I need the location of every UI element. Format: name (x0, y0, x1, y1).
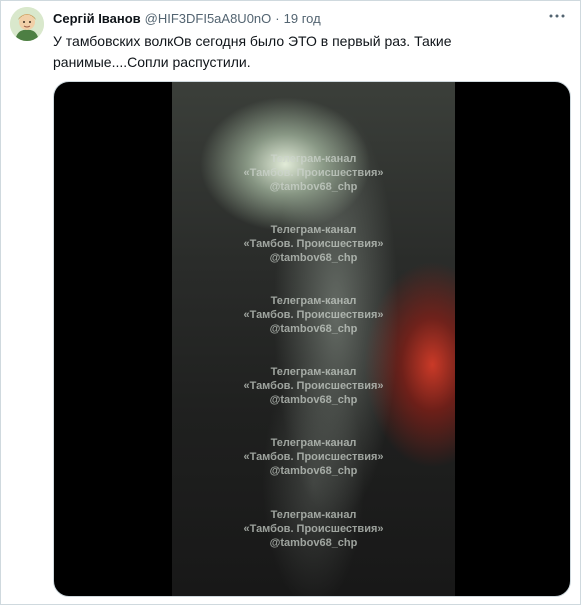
avatar[interactable] (10, 7, 44, 41)
tweet-text-line-1: У тамбовских волкОв сегодня было ЭТО в п… (53, 33, 452, 49)
watermark-line-2: «Тамбов. Происшествия» (243, 451, 384, 463)
tweet-text: У тамбовских волкОв сегодня было ЭТО в п… (53, 31, 553, 73)
author-handle[interactable]: @HIF3DFI5aA8U0nO (145, 10, 272, 28)
video-frame[interactable]: Телеграм-канал «Тамбов. Происшествия» @t… (172, 82, 455, 596)
watermark-line-3: @tambov68_chp (269, 465, 358, 477)
author-name[interactable]: Сергій Іванов (53, 10, 141, 28)
watermark-line-1: Телеграм-канал (270, 153, 357, 165)
watermark-block-2: Телеграм-канал «Тамбов. Происшествия» @t… (172, 223, 455, 265)
watermark-line-1: Телеграм-канал (270, 437, 357, 449)
watermark-line-2: «Тамбов. Происшествия» (243, 523, 384, 535)
tweet-text-line-2: ранимые....Сопли распустили. (53, 54, 251, 70)
watermark-line-2: «Тамбов. Происшествия» (243, 238, 384, 250)
watermark-block-6: Телеграм-канал «Тамбов. Происшествия» @t… (172, 508, 455, 550)
watermark-block-4: Телеграм-канал «Тамбов. Происшествия» @t… (172, 365, 455, 407)
watermark-block-3: Телеграм-канал «Тамбов. Происшествия» @t… (172, 294, 455, 336)
more-button[interactable] (546, 7, 568, 25)
watermark-block-1: Телеграм-канал «Тамбов. Происшествия» @t… (172, 152, 455, 194)
tweet-card[interactable]: Сергій Іванов @HIF3DFI5aA8U0nO · 19 год … (0, 0, 581, 605)
watermark-line-2: «Тамбов. Происшествия» (243, 309, 384, 321)
tweet-media[interactable]: Телеграм-канал «Тамбов. Происшествия» @t… (53, 81, 571, 597)
avatar-image (10, 7, 44, 41)
tweet-header: Сергій Іванов @HIF3DFI5aA8U0nO · 19 год (53, 10, 321, 28)
watermark-line-1: Телеграм-канал (270, 224, 357, 236)
watermark-line-1: Телеграм-канал (270, 366, 357, 378)
watermark-line-3: @tambov68_chp (269, 323, 358, 335)
watermark-line-3: @tambov68_chp (269, 181, 358, 193)
watermark-line-2: «Тамбов. Происшествия» (243, 167, 384, 179)
watermark-line-3: @tambov68_chp (269, 252, 358, 264)
watermark-line-1: Телеграм-канал (270, 295, 357, 307)
watermark-block-5: Телеграм-канал «Тамбов. Происшествия» @t… (172, 436, 455, 478)
separator-dot: · (275, 11, 280, 26)
watermark-line-3: @tambov68_chp (269, 394, 358, 406)
watermark-line-3: @tambov68_chp (269, 537, 358, 549)
timestamp[interactable]: 19 год (284, 10, 321, 28)
watermark-line-2: «Тамбов. Происшествия» (243, 380, 384, 392)
more-horizontal-icon (549, 14, 565, 18)
watermark-line-1: Телеграм-канал (270, 509, 357, 521)
